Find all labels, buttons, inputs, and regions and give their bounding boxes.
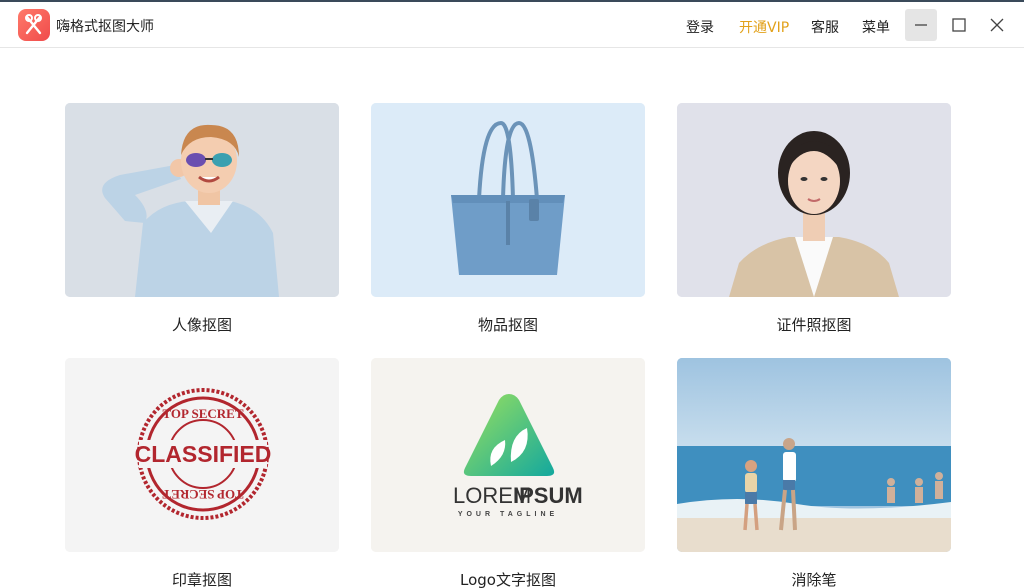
portrait-cutout-label[interactable]: 人像抠图 xyxy=(65,314,339,335)
beach-scene-image xyxy=(677,358,951,552)
service-link[interactable]: 客服 xyxy=(811,17,839,37)
app-logo-icon xyxy=(18,9,50,41)
woman-portrait-image xyxy=(677,103,951,297)
eraser-pen-card[interactable] xyxy=(677,358,951,552)
minimize-icon xyxy=(915,24,927,26)
object-cutout-label[interactable]: 物品抠图 xyxy=(371,314,645,335)
lorem-ipsum-logo-image: LOREM IPSUM YOUR TAGLINE xyxy=(371,358,645,552)
app-title: 嗨格式抠图大师 xyxy=(56,19,154,35)
stamp-top-text: TOP SECRET xyxy=(162,406,243,421)
stamp-main-text: CLASSIFIED xyxy=(135,441,272,467)
close-icon xyxy=(990,18,1004,32)
classified-stamp-image: TOP SECRET CLASSIFIED TOP SECRET xyxy=(65,358,339,552)
maximize-icon xyxy=(952,18,966,32)
logo-tagline: YOUR TAGLINE xyxy=(458,511,558,518)
menu-link[interactable]: 菜单 xyxy=(862,17,890,37)
eraser-pen-label[interactable]: 消除笔 xyxy=(677,569,951,588)
logo-text-cutout-label[interactable]: Logo文字抠图 xyxy=(371,569,645,588)
child-portrait-image xyxy=(65,103,339,297)
minimize-button[interactable] xyxy=(905,9,937,41)
stamp-cutout-card[interactable]: TOP SECRET CLASSIFIED TOP SECRET xyxy=(65,358,339,552)
logo-text-bold: IPSUM xyxy=(513,483,583,508)
portrait-cutout-card[interactable] xyxy=(65,103,339,297)
login-link[interactable]: 登录 xyxy=(686,17,714,37)
id-photo-cutout-card[interactable] xyxy=(677,103,951,297)
handbag-image xyxy=(371,103,645,297)
vip-link[interactable]: 开通VIP xyxy=(739,17,789,37)
stamp-cutout-label[interactable]: 印章抠图 xyxy=(65,569,339,588)
maximize-button[interactable] xyxy=(943,9,975,41)
object-cutout-card[interactable] xyxy=(371,103,645,297)
title-bar: 嗨格式抠图大师 登录 开通VIP 客服 菜单 xyxy=(0,2,1024,48)
id-photo-cutout-label[interactable]: 证件照抠图 xyxy=(677,314,951,335)
close-button[interactable] xyxy=(981,9,1013,41)
stamp-bottom-text: TOP SECRET xyxy=(162,487,243,502)
logo-text-cutout-card[interactable]: LOREM IPSUM YOUR TAGLINE xyxy=(371,358,645,552)
